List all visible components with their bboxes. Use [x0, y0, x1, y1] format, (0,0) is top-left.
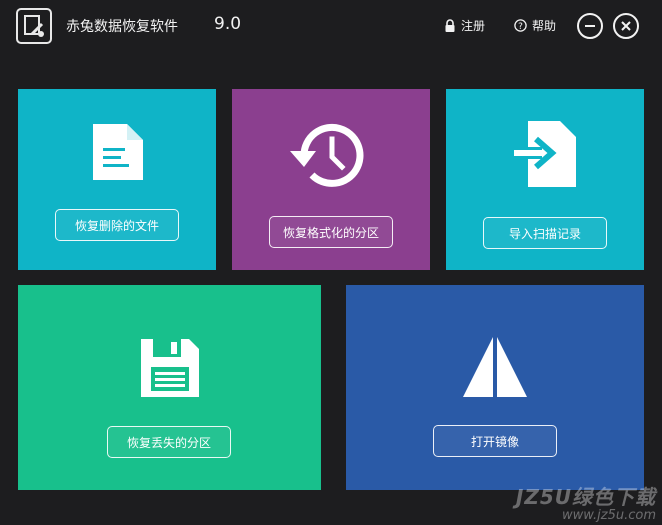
tile-import-scan-record[interactable]: 导入扫描记录 — [446, 89, 644, 270]
help-link[interactable]: ? 帮助 — [514, 17, 556, 34]
watermark-brand: JZ5U绿色下载 — [515, 485, 656, 509]
tile-recover-formatted-partition[interactable]: 恢复格式化的分区 — [232, 89, 430, 270]
history-clock-icon — [290, 123, 364, 187]
document-icon — [93, 124, 143, 180]
floppy-disk-icon — [141, 339, 199, 397]
recover-formatted-partition-label: 恢复格式化的分区 — [282, 225, 379, 240]
open-image-label: 打开镜像 — [470, 434, 519, 449]
tile-recover-lost-partition[interactable]: 恢复丢失的分区 — [18, 285, 321, 490]
watermark-url: www.jz5u.com — [561, 508, 656, 523]
lock-icon — [445, 18, 455, 32]
app-logo-icon — [16, 8, 52, 44]
help-label: 帮助 — [532, 19, 557, 33]
import-file-icon — [514, 121, 576, 187]
recover-lost-partition-label: 恢复丢失的分区 — [126, 435, 211, 450]
watermark: JZ5U绿色下载 www.jz5u.com — [516, 481, 656, 523]
close-icon — [621, 21, 631, 31]
register-link[interactable]: 注册 — [444, 17, 485, 34]
recover-lost-partition-button[interactable]: 恢复丢失的分区 — [107, 426, 231, 458]
minimize-button[interactable] — [577, 13, 603, 39]
title-bar: 赤兔数据恢复软件 9.0 注册 ? 帮助 — [0, 0, 662, 56]
minimize-icon — [585, 25, 595, 27]
help-icon: ? — [514, 19, 527, 32]
recover-deleted-files-button[interactable]: 恢复删除的文件 — [55, 209, 179, 241]
tile-open-image[interactable]: 打开镜像 — [346, 285, 644, 490]
image-sail-icon — [463, 337, 527, 397]
open-image-button[interactable]: 打开镜像 — [433, 425, 557, 457]
svg-text:?: ? — [518, 22, 523, 32]
app-version: 9.0 — [214, 14, 242, 34]
register-label: 注册 — [461, 19, 486, 33]
close-button[interactable] — [613, 13, 639, 39]
tile-recover-deleted-files[interactable]: 恢复删除的文件 — [18, 89, 216, 270]
import-scan-record-button[interactable]: 导入扫描记录 — [483, 217, 607, 249]
app-title: 赤兔数据恢复软件 — [66, 19, 178, 35]
recover-deleted-files-label: 恢复删除的文件 — [74, 218, 159, 233]
import-scan-record-label: 导入扫描记录 — [508, 226, 581, 241]
recover-formatted-partition-button[interactable]: 恢复格式化的分区 — [269, 216, 393, 248]
